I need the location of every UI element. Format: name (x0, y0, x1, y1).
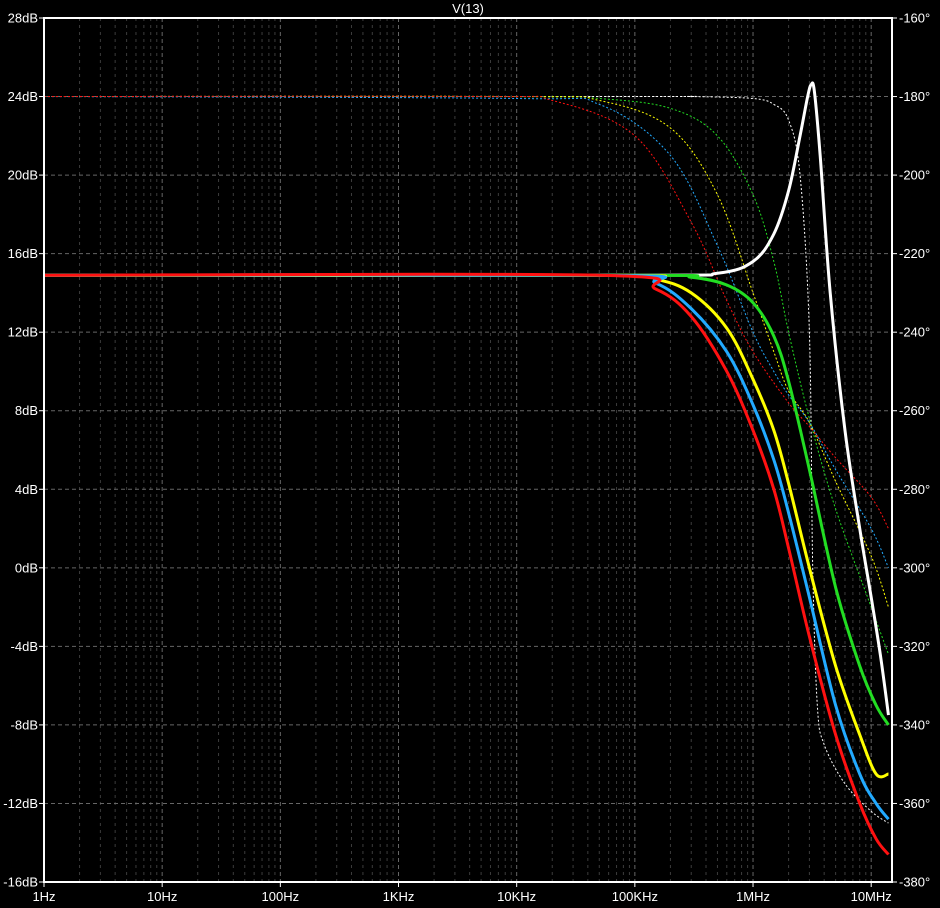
y-tick-label-left: 0dB (15, 560, 38, 575)
y-tick-label-left: 20dB (8, 168, 38, 183)
y-tick-label-right: -320° (899, 639, 930, 654)
y-tick-label-right: -380° (899, 875, 930, 890)
y-tick-label-left: 16dB (8, 246, 38, 261)
x-tick-label: 100KHz (612, 889, 658, 904)
y-tick-label-left: 8dB (15, 403, 38, 418)
y-tick-label-right: -180° (899, 89, 930, 104)
y-tick-label-left: -16dB (3, 875, 38, 890)
x-tick-label: 10MHz (851, 889, 892, 904)
chart-title: V(13) (452, 1, 484, 16)
x-tick-label: 1MHz (736, 889, 770, 904)
y-tick-label-right: -200° (899, 168, 930, 183)
x-tick-label: 1KHz (383, 889, 415, 904)
y-tick-label-right: -300° (899, 560, 930, 575)
y-tick-label-right: -360° (899, 796, 930, 811)
y-tick-label-left: 24dB (8, 89, 38, 104)
y-tick-label-right: -240° (899, 325, 930, 340)
bode-plot: V(13) 28dB 24dB 20dB 16dB 12dB 8dB 4dB 0dB -4dB -… (0, 0, 940, 908)
y-tick-label-left: -8dB (11, 717, 38, 732)
x-tick-label: 10KHz (497, 889, 536, 904)
y-tick-label-right: -340° (899, 717, 930, 732)
x-tick-label: 100Hz (262, 889, 300, 904)
y-tick-label-right: -160° (899, 11, 930, 26)
y-tick-label-right: -280° (899, 482, 930, 497)
y-tick-label-left: -4dB (11, 639, 38, 654)
y-tick-label-left: 28dB (8, 11, 38, 26)
x-tick-label: 1Hz (32, 889, 55, 904)
y-tick-label-right: -260° (899, 403, 930, 418)
y-tick-label-left: 4dB (15, 482, 38, 497)
x-tick-label: 10Hz (147, 889, 177, 904)
y-tick-label-left: 12dB (8, 325, 38, 340)
y-tick-label-right: -220° (899, 246, 930, 261)
y-tick-label-left: -12dB (3, 796, 38, 811)
